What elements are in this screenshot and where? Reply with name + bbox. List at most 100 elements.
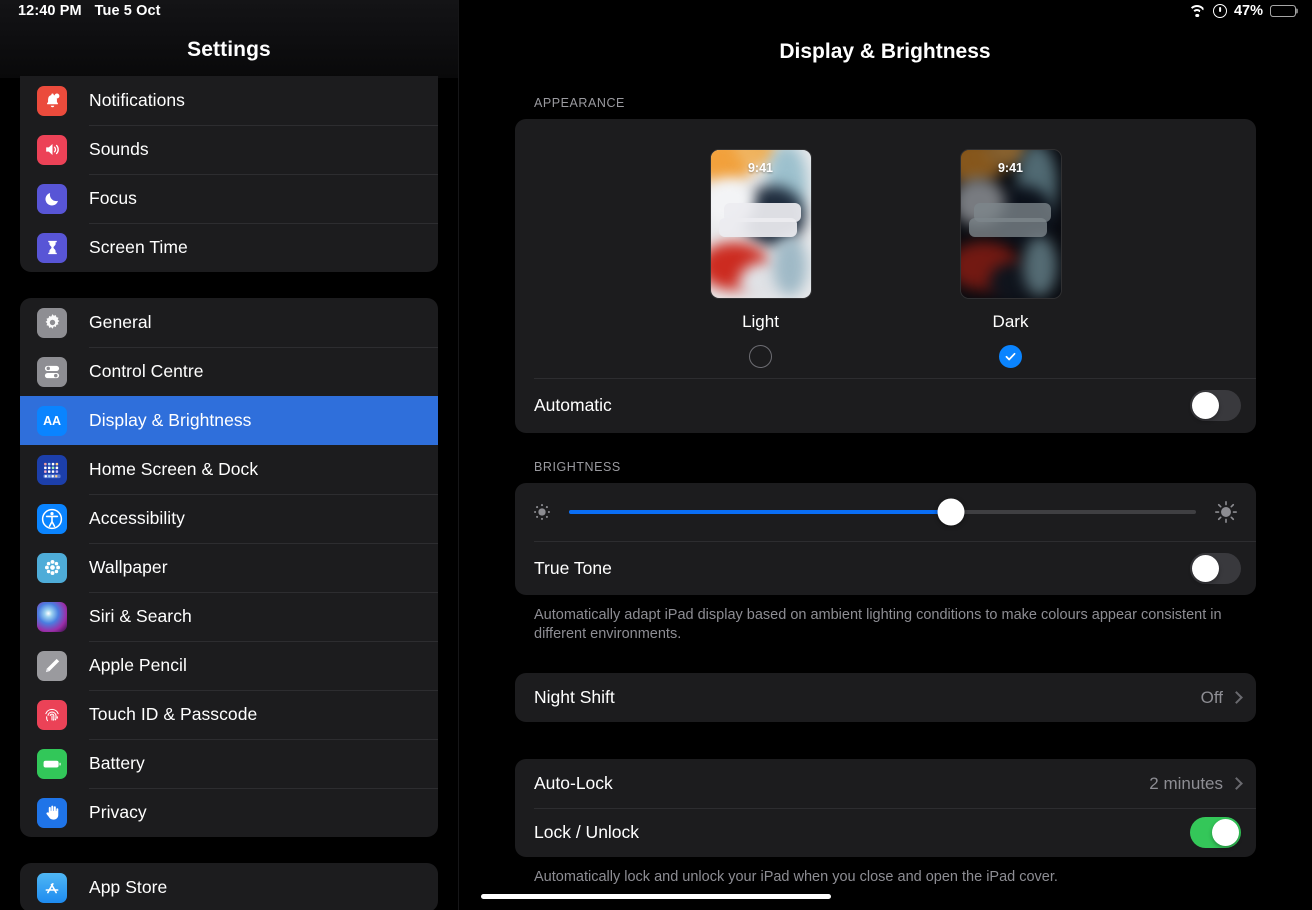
light-radio-button[interactable] xyxy=(749,345,772,368)
preview-notification-bar xyxy=(719,218,797,237)
accessibility-icon xyxy=(37,504,67,534)
auto-lock-row[interactable]: Auto-Lock 2 minutes xyxy=(515,759,1256,808)
sidebar-item-label: Privacy xyxy=(89,802,147,823)
sidebar-item-label: Apple Pencil xyxy=(89,655,187,676)
brightness-slider-row[interactable] xyxy=(515,483,1256,541)
pane-divider xyxy=(458,0,459,910)
sidebar-item-label: Wallpaper xyxy=(89,557,168,578)
automatic-label: Automatic xyxy=(534,395,1190,416)
speaker-icon xyxy=(37,135,67,165)
sidebar-item-apple-pencil[interactable]: Apple Pencil xyxy=(20,641,438,690)
sidebar-item-label: Accessibility xyxy=(89,508,185,529)
true-tone-footnote: Automatically adapt iPad display based o… xyxy=(515,595,1256,644)
auto-lock-card: Auto-Lock 2 minutes Lock / Unlock xyxy=(515,759,1256,857)
sidebar-item-label: Siri & Search xyxy=(89,606,192,627)
sidebar-item-notifications[interactable]: Notifications xyxy=(20,76,438,125)
sidebar-group-1: Notifications Sounds Focus xyxy=(20,76,438,272)
dark-preview-thumbnail[interactable]: 9:41 xyxy=(961,150,1061,298)
sidebar-item-home-screen-dock[interactable]: Home Screen & Dock xyxy=(20,445,438,494)
ipad-settings-screen: Settings Notifications Sounds xyxy=(0,0,1312,910)
battery-icon xyxy=(37,749,67,779)
sidebar-group-2: General Control Centre AA Display & Brig… xyxy=(20,298,438,837)
sidebar-item-label: Display & Brightness xyxy=(89,410,251,431)
auto-lock-label: Auto-Lock xyxy=(534,773,1149,794)
toggles-icon xyxy=(37,357,67,387)
sidebar-item-focus[interactable]: Focus xyxy=(20,174,438,223)
sidebar-item-label: Notifications xyxy=(89,90,185,111)
chevron-right-icon xyxy=(1230,691,1243,704)
sidebar-item-sounds[interactable]: Sounds xyxy=(20,125,438,174)
sidebar-item-touch-id-passcode[interactable]: Touch ID & Passcode xyxy=(20,690,438,739)
automatic-toggle[interactable] xyxy=(1190,390,1241,421)
sidebar-item-label: Focus xyxy=(89,188,137,209)
sidebar-item-app-store[interactable]: App Store xyxy=(20,863,438,910)
preview-time: 9:41 xyxy=(711,161,811,175)
sidebar-item-control-centre[interactable]: Control Centre xyxy=(20,347,438,396)
brightness-section-header: BRIGHTNESS xyxy=(515,460,1256,483)
brightness-slider-track[interactable] xyxy=(569,510,1196,514)
sidebar-item-screen-time[interactable]: Screen Time xyxy=(20,223,438,272)
detail-scroll-area[interactable]: APPEARANCE xyxy=(458,96,1312,910)
automatic-row[interactable]: Automatic xyxy=(515,378,1256,433)
aa-icon-label: AA xyxy=(43,414,61,428)
night-shift-value: Off xyxy=(1201,688,1223,708)
bell-icon xyxy=(37,86,67,116)
chevron-right-icon xyxy=(1230,777,1243,790)
sidebar-scroll-area[interactable]: Notifications Sounds Focus xyxy=(0,76,458,910)
hand-icon xyxy=(37,798,67,828)
sidebar-item-general[interactable]: General xyxy=(20,298,438,347)
hourglass-icon xyxy=(37,233,67,263)
night-shift-row[interactable]: Night Shift Off xyxy=(515,673,1256,722)
siri-orb-icon xyxy=(37,602,67,632)
flower-icon xyxy=(37,553,67,583)
pencil-icon xyxy=(37,651,67,681)
appearance-option-dark[interactable]: 9:41 Dark xyxy=(961,150,1061,368)
sidebar-item-siri-search[interactable]: Siri & Search xyxy=(20,592,438,641)
true-tone-row[interactable]: True Tone xyxy=(515,541,1256,595)
sidebar-item-privacy[interactable]: Privacy xyxy=(20,788,438,837)
sidebar-item-label: App Store xyxy=(89,877,167,898)
light-preview-thumbnail[interactable]: 9:41 xyxy=(711,150,811,298)
sidebar-item-label: General xyxy=(89,312,152,333)
sidebar-title: Settings xyxy=(0,38,458,62)
toggle-knob xyxy=(1192,555,1219,582)
appearance-card: 9:41 Light xyxy=(515,119,1256,433)
sidebar-item-accessibility[interactable]: Accessibility xyxy=(20,494,438,543)
detail-pane: Display & Brightness APPEARANCE xyxy=(458,0,1312,910)
lock-unlock-footnote: Automatically lock and unlock your iPad … xyxy=(515,857,1256,887)
settings-sidebar: Settings Notifications Sounds xyxy=(0,0,458,910)
sidebar-item-label: Touch ID & Passcode xyxy=(89,704,257,725)
appearance-option-label: Light xyxy=(742,312,779,332)
lock-unlock-row[interactable]: Lock / Unlock xyxy=(515,808,1256,857)
true-tone-toggle[interactable] xyxy=(1190,553,1241,584)
toggle-knob xyxy=(1192,392,1219,419)
true-tone-label: True Tone xyxy=(534,558,1190,579)
preview-time: 9:41 xyxy=(961,161,1061,175)
sidebar-item-battery[interactable]: Battery xyxy=(20,739,438,788)
sun-small-icon xyxy=(532,502,552,522)
sidebar-item-label: Battery xyxy=(89,753,145,774)
page-title: Display & Brightness xyxy=(458,40,1312,64)
brightness-slider-fill xyxy=(569,510,951,514)
dark-radio-button[interactable] xyxy=(999,345,1022,368)
fingerprint-icon xyxy=(37,700,67,730)
night-shift-card: Night Shift Off xyxy=(515,673,1256,722)
gear-icon xyxy=(37,308,67,338)
brightness-slider-knob[interactable] xyxy=(938,499,965,526)
sidebar-item-display-brightness[interactable]: AA Display & Brightness xyxy=(20,396,438,445)
night-shift-label: Night Shift xyxy=(534,687,1201,708)
home-indicator[interactable] xyxy=(481,894,831,899)
sidebar-item-label: Home Screen & Dock xyxy=(89,459,258,480)
appearance-section-header: APPEARANCE xyxy=(515,96,1256,119)
sidebar-item-label: Screen Time xyxy=(89,237,188,258)
appearance-options: 9:41 Light xyxy=(515,119,1256,378)
sidebar-item-wallpaper[interactable]: Wallpaper xyxy=(20,543,438,592)
sidebar-item-label: Control Centre xyxy=(89,361,204,382)
sun-large-icon xyxy=(1213,499,1239,525)
brightness-card: True Tone xyxy=(515,483,1256,595)
sidebar-item-label: Sounds xyxy=(89,139,149,160)
aa-icon: AA xyxy=(37,406,67,436)
appearance-option-light[interactable]: 9:41 Light xyxy=(711,150,811,368)
app-grid-icon xyxy=(37,455,67,485)
lock-unlock-toggle[interactable] xyxy=(1190,817,1241,848)
